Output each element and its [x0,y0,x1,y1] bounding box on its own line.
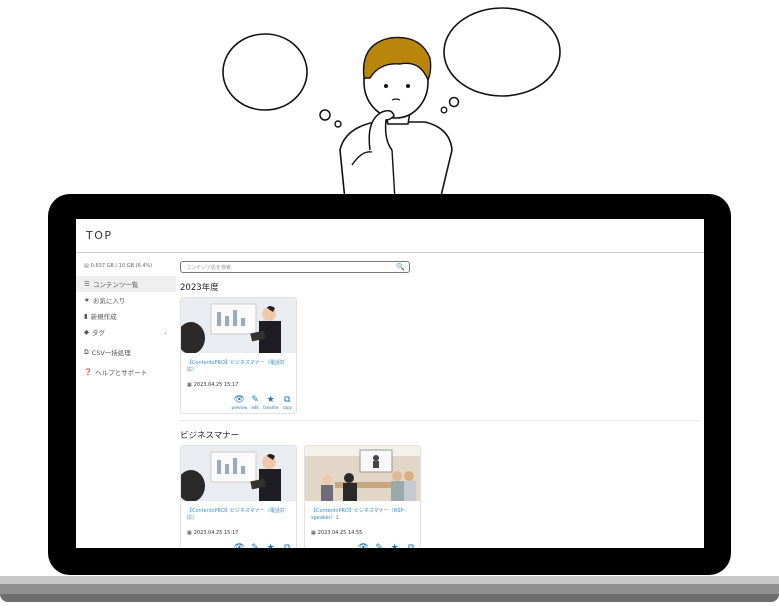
thought-bubble-right [443,7,561,97]
help-icon: ❓ [84,368,93,376]
copy-button[interactable]: ⧉copy [406,543,416,548]
eye-icon: 👁 [233,395,246,405]
card-list: 【ContentsPRO】ビジネスマナー（電話対応） ▦ 2023.04.25 … [180,445,700,548]
preview-button[interactable]: 👁preview [356,543,372,548]
divider [180,420,700,421]
card-title[interactable]: 【ContentsPRO】ビジネスマナー（電話対応） [181,357,296,382]
sidebar-item-csv[interactable]: ⧉ CSV一括処理 [76,344,176,360]
content-card[interactable]: 【ContentsPRO】ビジネスマナー（電話対応） ▦ 2023.04.25 … [180,445,297,548]
copy-icon: ⧉ [284,543,291,548]
content-card[interactable]: 【ContentsPRO】ビジネスマナー（電話対応） ▦ 2023.04.25 … [180,297,297,414]
sidebar-item-contents[interactable]: ☰ コンテンツ一覧 [76,276,176,292]
main-content: コンテンツ名を検索 🔍 2023年度 【ContentsPRO】ビジネスマナー（… [180,261,700,548]
card-list: 【ContentsPRO】ビジネスマナー（電話対応） ▦ 2023.04.25 … [180,297,700,414]
card-actions: 👁preview ✎edit ★favorite ⧉copy [232,395,293,410]
edit-icon: ✎ [251,543,259,548]
thumbnail-presenter-image [181,298,296,354]
preview-button[interactable]: 👁preview [232,395,248,410]
content-card[interactable]: 【ContentsPRO】ビジネスマナー（RSP-speaker）1 ▦ 202… [304,445,421,548]
laptop-base [0,576,779,584]
card-date: ▦ 2023.04.25 15:17 [187,530,239,536]
copy-icon: ⧉ [284,395,291,405]
group-title: 2023年度 [180,283,219,293]
favorite-button[interactable]: ★favorite [263,543,278,548]
app-header: TOP [76,219,704,253]
sidebar: ▤ 0.637 GB / 10 GB (6.4%) ☰ コンテンツ一覧 ★ お気… [76,260,176,380]
star-icon: ★ [84,296,90,304]
copy-icon: ⧉ [408,543,415,548]
copy-button[interactable]: ⧉copy [282,543,292,548]
page-title: TOP [86,229,113,242]
file-icon: ▮ [84,312,88,320]
search-input[interactable]: コンテンツ名を検索 🔍 [180,261,410,273]
eye-icon: 👁 [233,543,246,548]
thumbnail-presenter-image [181,446,296,502]
edit-icon: ✎ [251,395,259,405]
search-icon[interactable]: 🔍 [396,263,405,271]
sidebar-item-favorites[interactable]: ★ お気に入り [76,292,176,308]
star-icon: ★ [390,543,399,548]
list-icon: ☰ [84,280,90,288]
card-actions: 👁preview ✎edit ★favorite ⧉copy [356,543,417,548]
preview-button[interactable]: 👁preview [232,543,248,548]
star-icon: ★ [266,543,275,548]
edit-button[interactable]: ✎edit [251,543,259,548]
chevron-down-icon: ⌄ [162,328,168,336]
card-title[interactable]: 【ContentsPRO】ビジネスマナー（電話対応） [181,505,296,530]
calendar-icon: ▦ [311,530,316,536]
csv-icon: ⧉ [84,347,89,356]
card-title[interactable]: 【ContentsPRO】ビジネスマナー（RSP-speaker）1 [305,505,420,530]
tag-icon: ◆ [84,328,89,336]
storage-usage: ▤ 0.637 GB / 10 GB (6.4%) [84,263,153,269]
thinking-person-illustration [222,7,561,200]
edit-icon: ✎ [375,543,383,548]
eye-icon: 👁 [357,543,370,548]
card-date: ▦ 2023.04.25 14:55 [311,530,363,536]
calendar-icon: ▦ [187,382,192,388]
copy-button[interactable]: ⧉copy [282,395,292,410]
sidebar-item-help[interactable]: ❓ ヘルプとサポート [76,364,176,380]
thumbnail-meeting-image [305,446,420,501]
sidebar-item-tags[interactable]: ◆ タグ ⌄ [76,324,176,340]
calendar-icon: ▦ [187,530,192,536]
thought-bubble-left [222,33,308,111]
card-date: ▦ 2023.04.25 15:17 [187,382,239,388]
sidebar-item-new[interactable]: ▮ 新規作成 [76,308,176,324]
edit-button[interactable]: ✎edit [251,395,259,410]
database-icon: ▤ [84,263,89,269]
star-icon: ★ [266,395,275,405]
card-actions: 👁preview ✎edit ★favorite ⧉copy [232,543,293,548]
edit-button[interactable]: ✎edit [375,543,383,548]
favorite-button[interactable]: ★favorite [387,543,402,548]
app-screen: TOP ▤ 0.637 GB / 10 GB (6.4%) ☰ コンテンツ一覧 … [76,219,704,548]
favorite-button[interactable]: ★favorite [263,395,278,410]
laptop-base-edge [0,584,779,594]
laptop-base-bottom [0,594,779,602]
group-title: ビジネスマナー [180,431,240,441]
